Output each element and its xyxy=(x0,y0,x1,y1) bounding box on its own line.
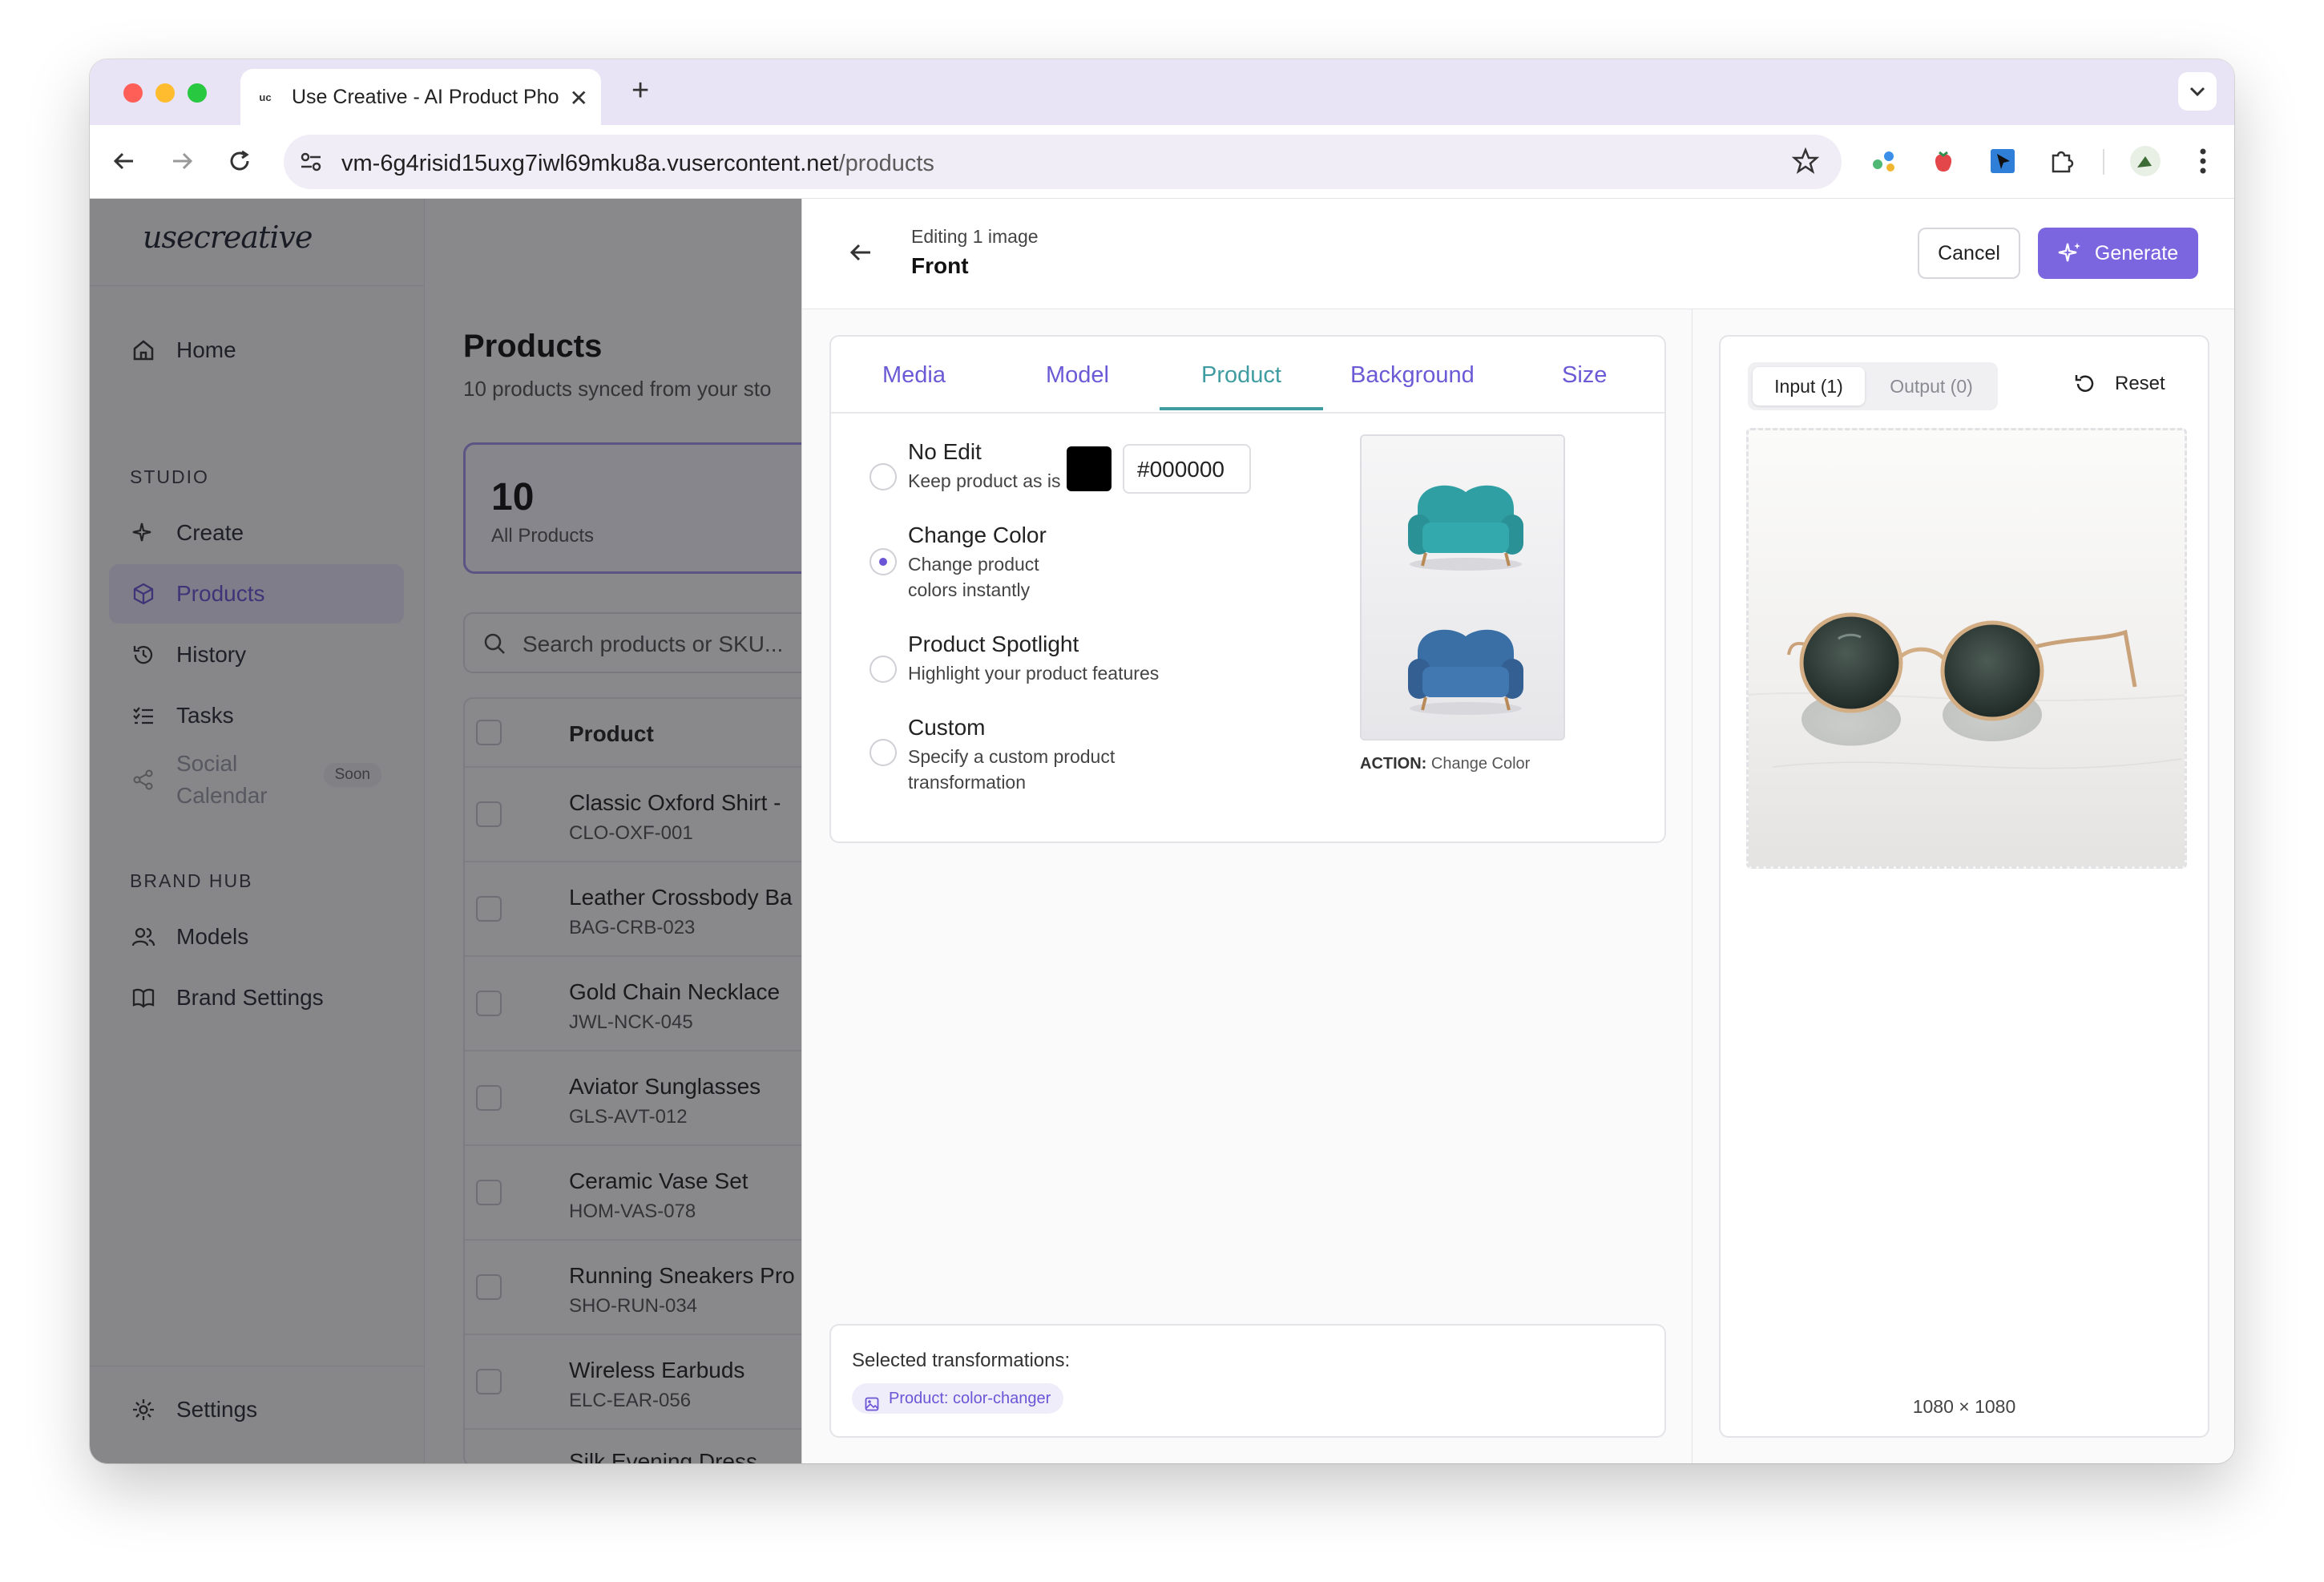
tab-search-chevron-icon[interactable] xyxy=(2178,72,2217,111)
option-custom[interactable]: Custom Specify a custom product transfor… xyxy=(869,715,1286,795)
back-arrow-icon[interactable] xyxy=(847,239,874,270)
tab-title: Use Creative - AI Product Pho xyxy=(292,85,559,108)
radio-no-edit[interactable] xyxy=(869,463,897,490)
cursor-extension-icon[interactable] xyxy=(1984,143,2021,180)
browser-menu-icon[interactable] xyxy=(2185,143,2221,180)
option-description: Keep product as is xyxy=(908,470,1061,491)
reset-icon xyxy=(2075,375,2094,392)
image-icon xyxy=(865,1391,879,1422)
option-description: Specify a custom product transformation xyxy=(908,746,1116,793)
maximize-window-button[interactable] xyxy=(188,83,207,103)
forward-arrow-icon[interactable] xyxy=(163,143,200,180)
sparkle-icon xyxy=(2058,243,2080,262)
reload-icon[interactable] xyxy=(221,143,258,180)
reset-label: Reset xyxy=(2115,373,2165,394)
image-dimensions: 1080 × 1080 xyxy=(1912,1396,2016,1417)
favicon-icon: uc xyxy=(259,91,272,103)
close-tab-icon[interactable]: ✕ xyxy=(570,85,588,111)
close-window-button[interactable] xyxy=(123,83,143,103)
generate-button[interactable]: Generate xyxy=(2038,228,2198,279)
back-arrow-icon[interactable] xyxy=(106,143,143,180)
image-panel: Input (1) Output (0) Reset 1080 × 1080 xyxy=(1719,335,2209,1438)
site-settings-icon[interactable] xyxy=(298,149,324,179)
radio-custom[interactable] xyxy=(869,739,897,766)
tab-output[interactable]: Output (0) xyxy=(1870,367,1993,406)
new-tab-icon[interactable]: + xyxy=(631,74,649,108)
modal-backdrop[interactable] xyxy=(90,199,801,1463)
tab-product[interactable]: Product xyxy=(1201,362,1281,389)
option-title: Change Color xyxy=(908,523,1047,547)
profile-avatar-icon[interactable] xyxy=(2127,143,2164,180)
column-divider xyxy=(1692,309,1693,1463)
tab-strip: uc Use Creative - AI Product Pho ✕ + xyxy=(90,59,2234,125)
minimize-window-button[interactable] xyxy=(155,83,175,103)
generate-label: Generate xyxy=(2094,241,2179,264)
transformation-chip[interactable]: Product: color-changer xyxy=(852,1383,1064,1414)
toolbar-divider xyxy=(2103,149,2104,175)
option-title: Custom xyxy=(908,715,986,740)
option-description: Highlight your product features xyxy=(908,663,1160,684)
editing-count: Editing 1 image xyxy=(911,226,1039,247)
option-change-color[interactable]: Change Color Change product colors insta… xyxy=(869,523,1286,603)
option-title: Product Spotlight xyxy=(908,632,1079,656)
color-hex-input[interactable]: #000000 xyxy=(1123,444,1251,494)
chip-label: Product: color-changer xyxy=(889,1390,1051,1407)
tab-input[interactable]: Input (1) xyxy=(1753,367,1865,406)
tab-model[interactable]: Model xyxy=(1046,362,1109,389)
radio-change-color[interactable] xyxy=(869,548,897,575)
reset-button[interactable]: Reset xyxy=(2073,372,2165,396)
transform-card: Media Model Product Background Size No E… xyxy=(829,335,1666,843)
address-toolbar: vm-6g4risid15uxg7iwl69mku8a.vusercontent… xyxy=(90,125,2234,199)
puzzle-extensions-icon[interactable] xyxy=(2044,143,2080,180)
extension-dots-icon[interactable] xyxy=(1866,143,1902,180)
browser-tab[interactable]: uc Use Creative - AI Product Pho ✕ xyxy=(240,69,601,125)
action-preview-image xyxy=(1360,434,1565,741)
selected-transformations: Selected transformations: Product: color… xyxy=(829,1324,1666,1438)
drawer-header: Editing 1 image Front Cancel Generate xyxy=(802,199,2234,309)
option-title: No Edit xyxy=(908,439,982,464)
browser-window: uc Use Creative - AI Product Pho ✕ + vm-… xyxy=(90,59,2234,1463)
strawberry-extension-icon[interactable] xyxy=(1925,143,1962,180)
tab-media[interactable]: Media xyxy=(882,362,946,389)
action-caption: ACTION: Change Color xyxy=(1360,755,1531,773)
tab-size[interactable]: Size xyxy=(1562,362,1607,389)
input-output-toggle: Input (1) Output (0) xyxy=(1748,362,1998,410)
url-text[interactable]: vm-6g4risid15uxg7iwl69mku8a.vusercontent… xyxy=(341,151,934,177)
edit-drawer: Editing 1 image Front Cancel Generate Me… xyxy=(801,199,2234,1463)
tab-background[interactable]: Background xyxy=(1350,362,1475,389)
cancel-button[interactable]: Cancel xyxy=(1918,228,2020,279)
selected-label: Selected transformations: xyxy=(852,1350,1071,1371)
color-swatch[interactable] xyxy=(1067,446,1112,491)
address-bar[interactable]: vm-6g4risid15uxg7iwl69mku8a.vusercontent… xyxy=(284,135,1842,189)
input-image[interactable] xyxy=(1746,428,2187,869)
app-root: usecreative Home STUDIO Create Products … xyxy=(90,199,2234,1463)
bookmark-star-icon[interactable] xyxy=(1791,147,1820,179)
option-product-spotlight[interactable]: Product Spotlight Highlight your product… xyxy=(869,632,1286,696)
active-tab-indicator xyxy=(1160,407,1323,410)
option-description: Change product colors instantly xyxy=(908,554,1039,600)
drawer-title: Front xyxy=(911,253,969,278)
transform-tabs: Media Model Product Background Size xyxy=(831,337,1664,414)
radio-product-spotlight[interactable] xyxy=(869,656,897,683)
